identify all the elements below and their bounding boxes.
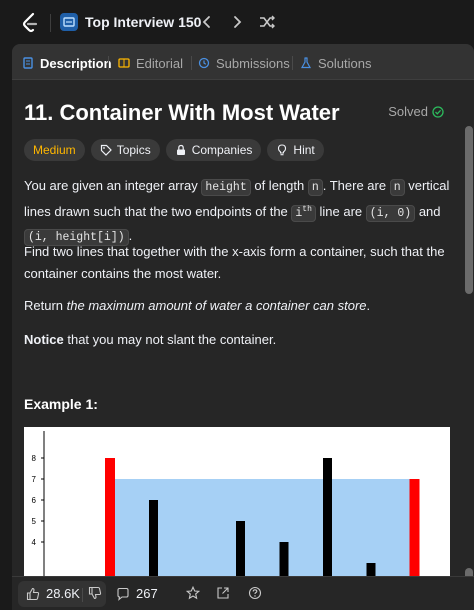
hint-button[interactable]: Hint <box>267 139 324 161</box>
inline-code: ith <box>291 204 316 222</box>
problem-description: 11. Container With Most Water Solved Med… <box>12 80 464 577</box>
tab-description[interactable]: Description <box>22 53 112 73</box>
companies-button[interactable]: Companies <box>165 139 262 161</box>
problem-goal-paragraph: Find two lines that together with the x-… <box>24 244 445 281</box>
solved-label: Solved <box>388 104 428 119</box>
previous-problem-button[interactable] <box>196 11 218 33</box>
scrollbar[interactable] <box>464 80 474 610</box>
study-plan-title[interactable]: Top Interview 150 <box>85 14 201 30</box>
example-chart-svg: 4 5 6 7 8 <box>32 431 420 577</box>
comment-count: 267 <box>136 586 158 601</box>
tab-separator <box>191 56 192 70</box>
emphasis-text: the maximum amount of water a container … <box>66 298 367 313</box>
book-icon <box>118 58 130 68</box>
topics-label: Topics <box>116 143 151 157</box>
inline-code: (i, 0) <box>365 204 416 222</box>
text: and <box>415 203 441 219</box>
like-count: 28.6K <box>46 586 80 601</box>
like-separator <box>82 588 83 602</box>
tab-solutions[interactable]: Solutions <box>300 53 371 73</box>
topbar-divider <box>50 14 51 32</box>
example-chart: 4 5 6 7 8 <box>24 427 450 577</box>
y-tick-label: 7 <box>32 475 37 484</box>
tag-icon <box>100 144 112 156</box>
text: that you may not slant the container. <box>63 332 277 347</box>
bar <box>279 542 289 577</box>
return-paragraph: Return the maximum amount of water a con… <box>24 295 450 317</box>
bold-text: Notice <box>24 332 64 347</box>
text: . <box>366 298 371 313</box>
text: . There are <box>322 178 390 193</box>
y-tick-label: 6 <box>32 496 37 505</box>
text: Return <box>24 298 67 313</box>
check-circle-icon <box>432 105 444 118</box>
thumbs-down-icon <box>88 586 102 600</box>
y-tick-label: 5 <box>32 517 37 526</box>
study-plan-icon[interactable] <box>60 13 78 31</box>
bar <box>149 500 158 577</box>
difficulty-label: Medium <box>33 143 76 157</box>
code-superscript: th <box>302 205 312 214</box>
star-icon <box>186 586 200 600</box>
text: You are given an integer array <box>24 178 202 193</box>
tab-solutions-label: Solutions <box>318 55 372 71</box>
y-tick-label: 8 <box>32 454 37 463</box>
bar <box>323 458 332 577</box>
share-button[interactable] <box>216 586 236 600</box>
tab-separator <box>108 56 109 70</box>
solved-status: Solved <box>388 104 444 119</box>
dislike-button[interactable] <box>88 586 108 600</box>
highlight-bar <box>409 479 420 577</box>
tab-editorial-label: Editorial <box>136 55 183 71</box>
lightbulb-icon <box>278 144 287 156</box>
text: line are <box>315 203 366 219</box>
help-button[interactable] <box>248 586 268 600</box>
bar <box>236 521 245 577</box>
random-problem-button[interactable] <box>256 11 278 33</box>
hint-label: Hint <box>293 143 315 157</box>
difficulty-badge: Medium <box>24 139 85 161</box>
problem-tags: Medium Topics Companies Hint <box>24 139 324 161</box>
flask-icon <box>300 57 312 69</box>
thumbs-up-icon <box>26 587 40 600</box>
top-navigation-bar: Top Interview 150 <box>0 0 474 44</box>
inline-code: n <box>389 179 405 196</box>
external-link-icon <box>217 587 229 599</box>
comments-button[interactable]: 267 <box>116 586 158 601</box>
text: of length <box>250 178 308 193</box>
tab-editorial[interactable]: Editorial <box>118 53 183 73</box>
question-circle-icon <box>248 586 262 600</box>
tab-submissions-label: Submissions <box>216 55 290 71</box>
shuffle-icon <box>260 15 275 29</box>
bar <box>366 563 376 577</box>
tab-description-label: Description <box>40 55 112 71</box>
topics-button[interactable]: Topics <box>90 139 160 161</box>
history-icon <box>198 57 210 69</box>
like-button[interactable]: 28.6K <box>26 586 80 601</box>
inline-code: height <box>201 179 251 196</box>
companies-label: Companies <box>191 143 253 157</box>
lock-icon <box>176 144 185 155</box>
leetcode-logo-icon[interactable] <box>20 12 40 34</box>
y-tick-label: 4 <box>32 538 37 547</box>
tab-separator <box>292 56 293 70</box>
comment-icon <box>117 587 129 601</box>
favorite-button[interactable] <box>186 586 206 600</box>
description-icon <box>23 57 33 69</box>
inline-code: n <box>307 179 323 196</box>
scrollbar-thumb[interactable] <box>465 126 473 294</box>
chevron-right-icon <box>234 16 242 28</box>
example-title: Example 1: <box>24 396 98 412</box>
tab-submissions[interactable]: Submissions <box>198 53 290 73</box>
problem-title[interactable]: 11. Container With Most Water <box>24 100 340 126</box>
highlight-bar <box>105 458 115 577</box>
description-panel: Description Editorial Submissions Soluti… <box>12 44 474 610</box>
chevron-left-icon <box>202 16 210 28</box>
next-problem-button[interactable] <box>226 11 248 33</box>
problem-statement-paragraph: You are given an integer array height of… <box>24 175 450 249</box>
panel-tabs: Description Editorial Submissions Soluti… <box>12 44 474 80</box>
bottom-action-bar: 28.6K 267 <box>12 576 474 610</box>
notice-paragraph: Notice that you may not slant the contai… <box>24 329 450 351</box>
